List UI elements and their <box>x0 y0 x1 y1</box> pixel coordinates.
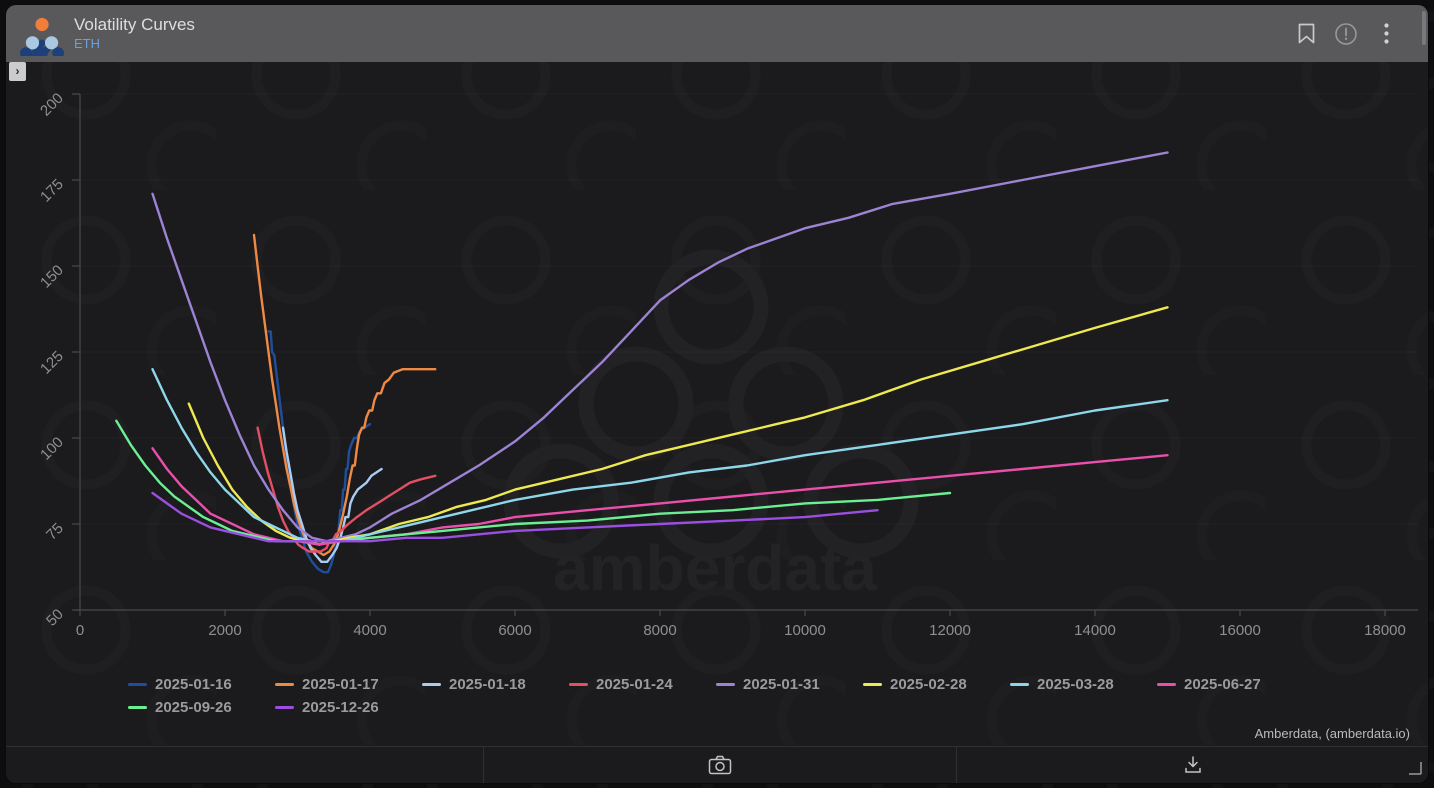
chart-legend: 2025-01-16 2025-01-17 2025-01-18 2025-01-24… <box>128 673 1424 719</box>
attribution-text: Amberdata, (amberdata.io) <box>1255 726 1410 741</box>
legend-label: 2025-01-18 <box>449 676 526 693</box>
y-tick-label: 50 <box>43 606 67 630</box>
legend-label: 2025-01-16 <box>155 676 232 693</box>
legend-label: 2025-03-28 <box>1037 676 1114 693</box>
watermark-text: amberdata <box>553 532 877 604</box>
legend-item-2025-09-26[interactable]: 2025-09-26 <box>128 696 275 719</box>
x-tick-label: 8000 <box>643 622 676 639</box>
legend-swatch <box>128 706 147 709</box>
legend-swatch <box>569 683 588 686</box>
x-tick-label: 0 <box>76 622 84 639</box>
legend-label: 2025-06-27 <box>1184 676 1261 693</box>
legend-swatch <box>716 683 735 686</box>
card-header: Volatility Curves ETH <box>6 5 1428 62</box>
x-tick-label: 18000 <box>1364 622 1406 639</box>
legend-label: 2025-02-28 <box>890 676 967 693</box>
amberdata-logo-icon <box>20 12 64 56</box>
bookmark-button[interactable] <box>1286 14 1326 54</box>
legend-item-2025-01-18[interactable]: 2025-01-18 <box>422 673 569 696</box>
page-background: Volatility Curves ETH <box>0 0 1434 788</box>
x-tick-label: 4000 <box>353 622 386 639</box>
camera-icon <box>708 755 732 775</box>
legend-label: 2025-01-24 <box>596 676 673 693</box>
legend-label: 2025-01-31 <box>743 676 820 693</box>
bottom-toolbar <box>6 746 1428 783</box>
y-tick-label: 125 <box>37 348 67 378</box>
x-tick-label: 2000 <box>208 622 241 639</box>
asset-subtitle: ETH <box>74 37 195 52</box>
x-tick-label: 16000 <box>1219 622 1261 639</box>
legend-swatch <box>863 683 882 686</box>
legend-item-2025-02-28[interactable]: 2025-02-28 <box>863 673 1010 696</box>
watermark: amberdata <box>511 257 911 604</box>
legend-swatch <box>275 683 294 686</box>
legend-item-2025-01-16[interactable]: 2025-01-16 <box>128 673 275 696</box>
bookmark-icon <box>1298 23 1315 44</box>
legend-swatch <box>1010 683 1029 686</box>
legend-label: 2025-01-17 <box>302 676 379 693</box>
alert-circle-icon <box>1334 22 1358 46</box>
chevron-right-icon: › <box>16 64 20 78</box>
chart-card: Volatility Curves ETH <box>6 5 1428 783</box>
legend-swatch <box>128 683 147 686</box>
header-titles: Volatility Curves ETH <box>74 15 195 51</box>
y-tick-label: 175 <box>37 176 67 206</box>
panel-expander-button[interactable]: › <box>9 62 26 81</box>
legend-item-2025-06-27[interactable]: 2025-06-27 <box>1157 673 1304 696</box>
legend-item-2025-12-26[interactable]: 2025-12-26 <box>275 696 422 719</box>
download-icon <box>1183 755 1203 775</box>
more-options-button[interactable] <box>1366 14 1406 54</box>
legend-item-2025-01-24[interactable]: 2025-01-24 <box>569 673 716 696</box>
x-tick-label: 12000 <box>929 622 971 639</box>
y-tick-label: 75 <box>43 520 67 544</box>
y-tick-label: 100 <box>37 434 67 464</box>
page-title: Volatility Curves <box>74 15 195 35</box>
legend-item-2025-03-28[interactable]: 2025-03-28 <box>1010 673 1157 696</box>
legend-swatch <box>422 683 441 686</box>
volatility-curves-plot: amberdata 0 2000 4000 6000 8000 10000 12000 1400… <box>6 5 1428 750</box>
legend-swatch <box>275 706 294 709</box>
y-tick-label: 150 <box>37 262 67 292</box>
y-tick-label: 200 <box>37 90 67 120</box>
alert-button[interactable] <box>1326 14 1366 54</box>
legend-label: 2025-09-26 <box>155 699 232 716</box>
legend-item-2025-01-31[interactable]: 2025-01-31 <box>716 673 863 696</box>
x-tick-label: 6000 <box>498 622 531 639</box>
x-tick-label: 10000 <box>784 622 826 639</box>
resize-corner-icon[interactable] <box>1408 761 1422 775</box>
x-tick-label: 14000 <box>1074 622 1116 639</box>
toolbar-cell-empty[interactable] <box>6 747 483 783</box>
legend-label: 2025-12-26 <box>302 699 379 716</box>
kebab-menu-icon <box>1384 23 1389 44</box>
scrollbar-thumb[interactable] <box>1422 11 1426 45</box>
download-button[interactable] <box>956 747 1428 783</box>
screenshot-button[interactable] <box>483 747 956 783</box>
legend-swatch <box>1157 683 1176 686</box>
legend-item-2025-01-17[interactable]: 2025-01-17 <box>275 673 422 696</box>
